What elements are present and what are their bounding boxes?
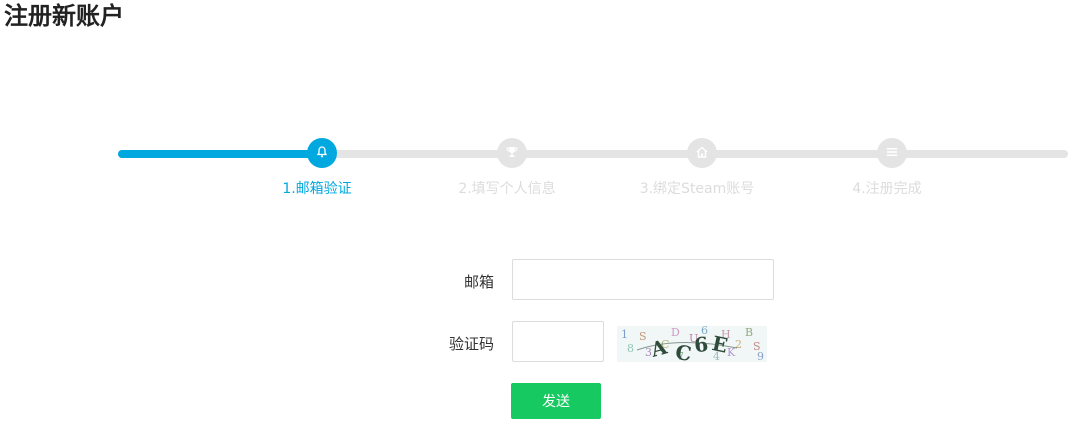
captcha-field[interactable]	[512, 321, 604, 362]
step-2-circle	[497, 138, 527, 168]
trophy-icon	[505, 144, 519, 163]
step-1-label: 1.邮箱验证	[282, 181, 352, 197]
step-2-label: 2.填写个人信息	[458, 181, 556, 197]
svg-text:S: S	[639, 330, 647, 343]
step-3-label: 3.绑定Steam账号	[639, 181, 755, 197]
page-title: 注册新账户	[4, 2, 124, 30]
step-4-label: 4.注册完成	[852, 181, 922, 197]
step-4-circle	[877, 138, 907, 168]
bell-icon	[315, 144, 329, 163]
captcha-char: 6	[693, 332, 709, 357]
menu-icon	[885, 144, 899, 163]
email-field[interactable]	[512, 259, 774, 300]
step-3-circle	[687, 138, 717, 168]
progress-track	[118, 150, 1068, 158]
captcha-label: 验证码	[448, 335, 494, 353]
svg-text:2: 2	[735, 338, 742, 351]
svg-text:B: B	[745, 326, 753, 339]
home-icon	[695, 144, 709, 163]
progress-fill	[118, 150, 323, 158]
svg-text:D: D	[671, 326, 680, 339]
svg-text:9: 9	[757, 350, 764, 362]
email-label: 邮箱	[463, 273, 494, 291]
svg-text:8: 8	[627, 342, 634, 355]
send-button[interactable]: 发送	[511, 383, 601, 419]
captcha-image[interactable]: 1 8 S 3 D 7 U 6 H K B S 9 2 4 C A C 6 E	[617, 326, 767, 362]
captcha-char: C	[674, 340, 693, 362]
step-1-circle	[307, 138, 337, 168]
svg-text:1: 1	[621, 328, 628, 341]
